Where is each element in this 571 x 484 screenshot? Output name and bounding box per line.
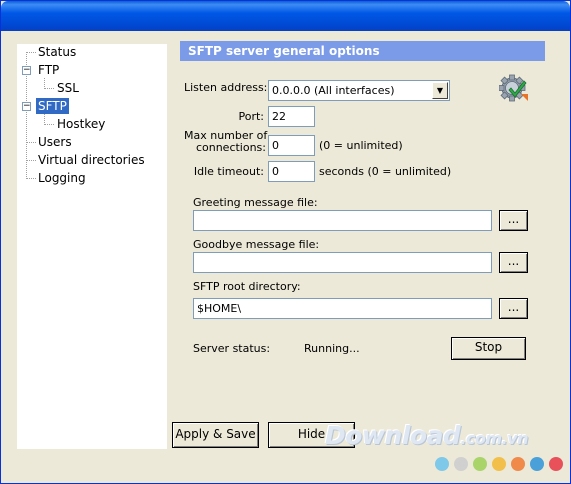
port-label: Port: <box>238 110 264 123</box>
tree-item-users[interactable]: Users <box>36 134 74 150</box>
watermark-dot <box>530 457 544 471</box>
server-status-value: Running... <box>304 342 360 355</box>
sftp-collapse-icon[interactable]: − <box>22 102 31 111</box>
tree-item-status[interactable]: Status <box>36 44 78 60</box>
watermark-dot <box>549 457 563 471</box>
watermark-dot <box>511 457 525 471</box>
apply-save-button[interactable]: Apply & Save <box>172 422 259 448</box>
listen-address-value: 0.0.0.0 (All interfaces) <box>272 84 395 97</box>
watermark-text: Download <box>325 421 461 450</box>
ftp-collapse-icon[interactable]: − <box>22 66 31 75</box>
tree-connector <box>26 160 36 161</box>
tree-item-virtual-directories[interactable]: Virtual directories <box>36 152 147 168</box>
watermark-dot <box>473 457 487 471</box>
app-window: − − Status FTP SSL SFTP Hostkey Users Vi… <box>0 0 571 484</box>
greeting-file-label: Greeting message file: <box>193 196 318 209</box>
idle-timeout-input[interactable]: 0 <box>268 161 315 182</box>
settings-gear-icon <box>499 74 528 102</box>
stop-button[interactable]: Stop <box>451 337 526 360</box>
watermark-dot <box>435 457 449 471</box>
greeting-file-input[interactable] <box>193 210 492 231</box>
panel-title: SFTP server general options <box>180 41 545 61</box>
greeting-browse-button[interactable]: ... <box>499 210 528 231</box>
tree-item-ftp[interactable]: FTP <box>36 62 61 78</box>
root-directory-input[interactable]: $HOME\ <box>193 298 492 319</box>
max-connections-label: Max number of connections: <box>184 130 267 154</box>
idle-timeout-label: Idle timeout: <box>193 165 264 178</box>
server-status-label: Server status: <box>193 342 271 355</box>
watermark-suffix: .com.vn <box>460 429 528 448</box>
tree-connector <box>26 52 36 53</box>
title-bar[interactable] <box>1 1 570 31</box>
watermark-dot <box>492 457 506 471</box>
idle-timeout-hint: seconds (0 = unlimited) <box>319 165 452 178</box>
tree-item-sftp[interactable]: SFTP <box>36 98 69 114</box>
tree-connector <box>44 124 54 125</box>
download-watermark-logo: Download.com.vn <box>325 421 528 450</box>
tree-item-logging[interactable]: Logging <box>36 170 88 186</box>
max-connections-label-line2: connections: <box>195 141 266 154</box>
max-connections-input[interactable]: 0 <box>268 135 315 156</box>
goodbye-browse-button[interactable]: ... <box>499 252 528 273</box>
goodbye-file-label: Goodbye message file: <box>193 238 320 251</box>
goodbye-file-input[interactable] <box>193 252 492 273</box>
tree-connector <box>26 142 36 143</box>
root-directory-browse-button[interactable]: ... <box>499 298 528 319</box>
watermark-dot <box>454 457 468 471</box>
tree-connector <box>44 88 54 89</box>
listen-address-select[interactable]: 0.0.0.0 (All interfaces) ▼ <box>268 80 450 101</box>
root-directory-label: SFTP root directory: <box>193 280 301 293</box>
max-connections-hint: (0 = unlimited) <box>319 139 403 152</box>
port-input[interactable]: 22 <box>268 106 315 127</box>
tree-item-ssl[interactable]: SSL <box>55 80 81 96</box>
listen-address-label: Listen address: <box>184 81 268 94</box>
dropdown-arrow-icon[interactable]: ▼ <box>432 82 448 99</box>
tree-connector <box>26 178 36 179</box>
tree-item-hostkey[interactable]: Hostkey <box>55 116 107 132</box>
settings-tree[interactable]: − − Status FTP SSL SFTP Hostkey Users Vi… <box>16 43 168 450</box>
